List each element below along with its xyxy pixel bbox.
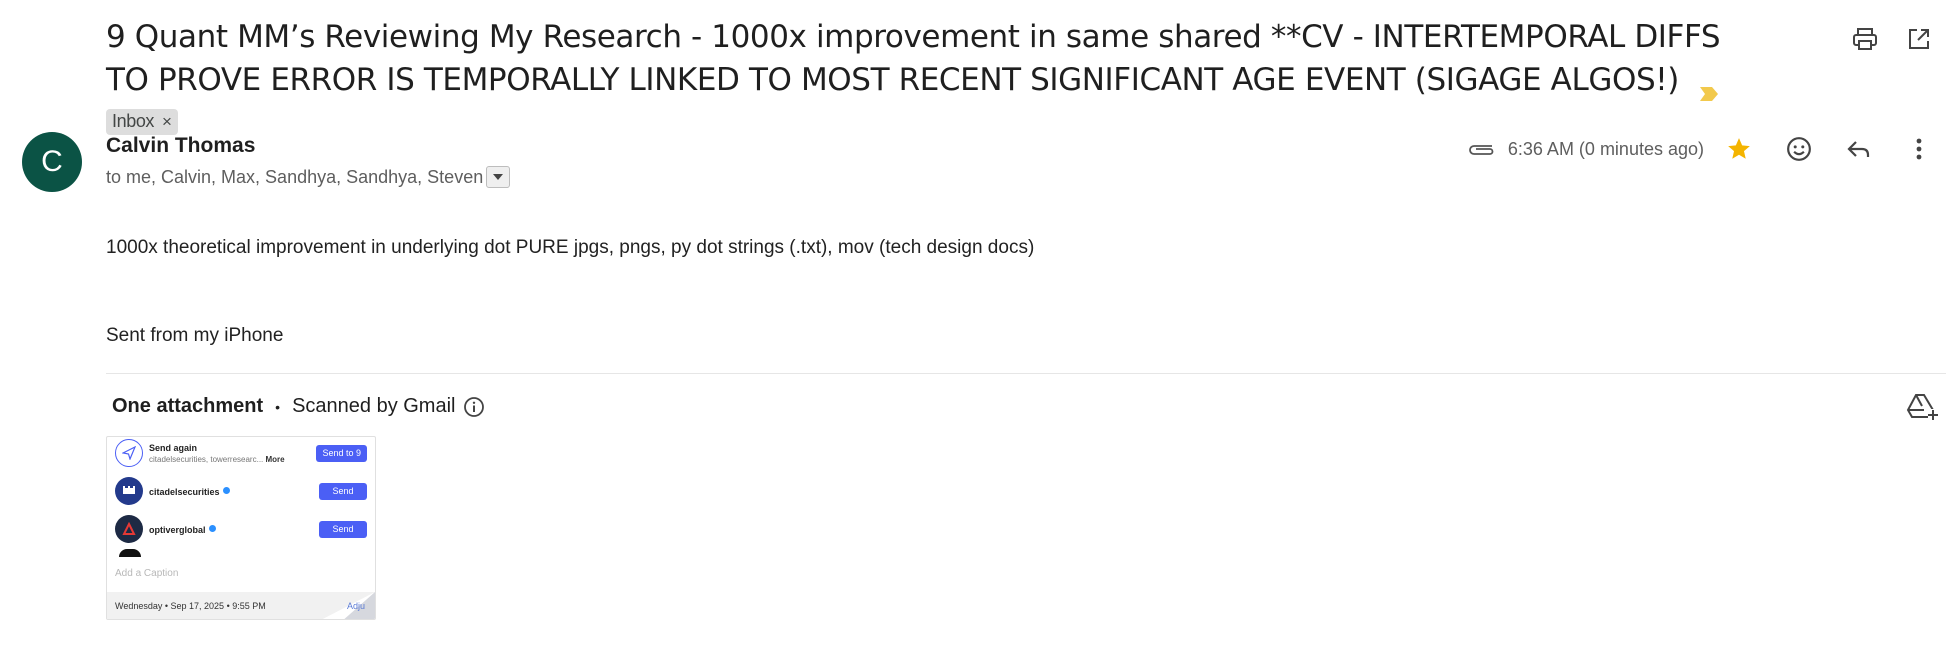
- thumb-row2-title: citadelsecurities: [149, 487, 220, 497]
- inbox-label-chip: Inbox ×: [106, 108, 178, 135]
- print-icon[interactable]: [1850, 24, 1880, 54]
- scanned-label: Scanned by Gmail: [292, 395, 456, 417]
- add-to-drive-icon[interactable]: [1906, 392, 1938, 422]
- more-options-icon[interactable]: [1904, 134, 1934, 164]
- send-plane-icon: [115, 439, 143, 467]
- optiver-logo-icon: [115, 515, 143, 543]
- message-body: 1000x theoretical improvement in underly…: [106, 237, 1035, 258]
- emoji-reaction-icon[interactable]: [1784, 134, 1814, 164]
- thumb-send-to-button: Send to 9: [316, 445, 367, 462]
- thumb-date: Wednesday • Sep 17, 2025 • 9:55 PM: [115, 601, 266, 611]
- reply-icon[interactable]: [1844, 134, 1874, 164]
- thumb-send-button-1: Send: [319, 483, 367, 500]
- attachment-clip-icon: [1468, 139, 1498, 159]
- open-in-new-icon[interactable]: [1904, 24, 1934, 54]
- subject-text: 9 Quant MM’s Reviewing My Research - 100…: [106, 19, 1721, 98]
- avatar-partial: [119, 549, 141, 557]
- thumb-row1-sub: citadelsecurities, towerresearc...: [149, 454, 264, 464]
- avatar-letter: C: [41, 145, 63, 178]
- thread-actions: [1850, 24, 1934, 54]
- divider: [106, 373, 1946, 374]
- recipients: to me, Calvin, Max, Sandhya, Sandhya, St…: [106, 166, 511, 188]
- star-icon[interactable]: [1724, 134, 1754, 164]
- thumb-caption-placeholder: Add a Caption: [115, 568, 179, 579]
- attachment-header: One attachment • Scanned by Gmail: [112, 395, 485, 418]
- thumb-send-button-2: Send: [319, 521, 367, 538]
- message-meta: 6:36 AM (0 minutes ago): [1468, 134, 1934, 164]
- sender-name[interactable]: Calvin Thomas: [106, 134, 255, 158]
- subject-line: 9 Quant MM’s Reviewing My Research - 100…: [106, 16, 1746, 145]
- avatar[interactable]: C: [22, 132, 82, 192]
- thumb-row3-title: optiverglobal: [149, 525, 206, 535]
- verified-icon: [222, 487, 230, 495]
- verified-icon: [208, 525, 216, 533]
- chevron-down-icon: [493, 174, 504, 180]
- attachment-count: One attachment: [112, 395, 264, 417]
- importance-marker-icon[interactable]: [1698, 71, 1720, 101]
- thumb-row1-more: More: [265, 454, 285, 464]
- thumb-fold-text: Adju: [346, 601, 365, 611]
- show-details-button[interactable]: [486, 166, 511, 188]
- thumb-footer: Wednesday • Sep 17, 2025 • 9:55 PM Adju: [107, 592, 375, 619]
- timestamp: 6:36 AM (0 minutes ago): [1507, 138, 1704, 159]
- thumb-row1-title: Send again: [149, 442, 198, 453]
- thumb-row-citadel: citadelsecurities: [115, 477, 230, 505]
- thumb-row-optiver: optiverglobal: [115, 515, 216, 543]
- signature: Sent from my iPhone: [106, 325, 284, 346]
- info-icon[interactable]: [463, 396, 485, 418]
- recipients-text: to me, Calvin, Max, Sandhya, Sandhya, St…: [106, 166, 484, 187]
- attachment-thumbnail[interactable]: Send again citadelsecurities, towerresea…: [106, 436, 376, 620]
- separator-dot: •: [275, 398, 281, 415]
- citadel-logo-icon: [115, 477, 143, 505]
- thumb-row-send-again: Send again citadelsecurities, towerresea…: [115, 439, 285, 467]
- page-fold: Adju: [317, 592, 375, 619]
